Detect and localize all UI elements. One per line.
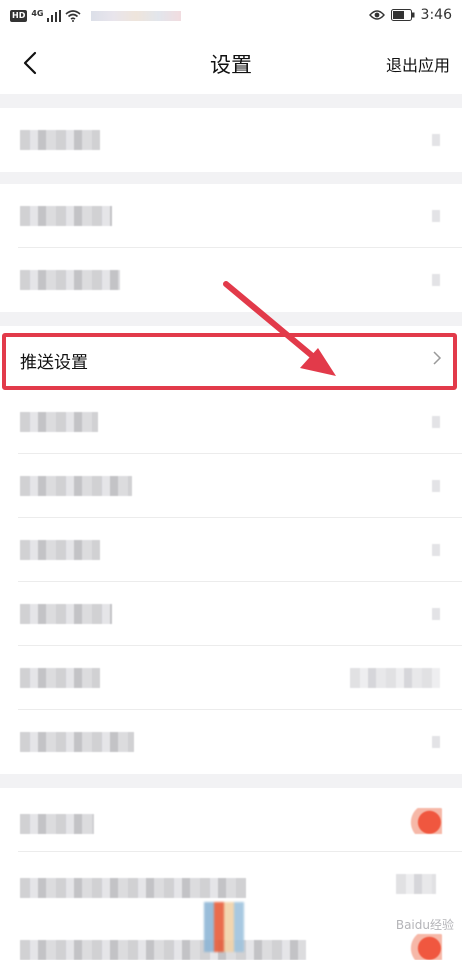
blurred-chevron <box>432 544 440 556</box>
watermark-text: Baidu经验 <box>395 918 454 932</box>
blurred-chevron <box>432 480 440 492</box>
eye-icon <box>368 10 385 20</box>
status-right: 3:46 <box>368 7 452 23</box>
toggle-switch[interactable] <box>400 934 442 960</box>
blurred-label <box>20 130 100 150</box>
settings-row-9[interactable] <box>0 646 462 710</box>
highlight-box <box>2 333 457 390</box>
signal-icon <box>47 10 62 22</box>
blurred-chevron <box>432 416 440 428</box>
blurred-chevron <box>432 210 440 222</box>
blurred-label <box>20 476 132 496</box>
settings-row-7[interactable] <box>0 518 462 582</box>
settings-row-6[interactable] <box>0 454 462 518</box>
status-bar: HD 4G 3:46 <box>0 0 462 32</box>
settings-row-3[interactable] <box>0 248 462 312</box>
settings-row-8[interactable] <box>0 582 462 646</box>
blurred-label <box>20 940 306 960</box>
settings-screen: HD 4G 3:46 设置 退出应用 推送设置 Baidu经验 <box>0 0 462 960</box>
blurred-chevron <box>432 134 440 146</box>
settings-row-1[interactable] <box>0 108 462 172</box>
settings-row-10[interactable] <box>0 710 462 774</box>
blurred-toggle[interactable] <box>396 874 436 894</box>
blurred-label <box>20 270 120 290</box>
blurred-label <box>20 732 134 752</box>
settings-row-2[interactable] <box>0 184 462 248</box>
blurred-chevron <box>432 274 440 286</box>
toggle-switch[interactable] <box>400 808 442 834</box>
blurred-label <box>20 604 112 624</box>
status-time: 3:46 <box>420 7 452 23</box>
section-gap <box>0 774 462 788</box>
blurred-label <box>20 412 98 432</box>
blurred-chevron <box>432 608 440 620</box>
settings-row-5[interactable] <box>0 390 462 454</box>
status-notification-blur <box>91 11 182 21</box>
section-gap <box>0 172 462 184</box>
battery-icon <box>390 9 415 21</box>
blurred-thumbnail <box>204 902 244 952</box>
blurred-chevron <box>432 736 440 748</box>
blurred-label <box>20 206 112 226</box>
blurred-value <box>350 668 440 688</box>
network-type: 4G <box>31 9 44 18</box>
wifi-icon <box>65 10 82 22</box>
blurred-label <box>20 540 100 560</box>
settings-toggle-row-1[interactable] <box>0 788 462 852</box>
nav-bar: 设置 退出应用 <box>0 32 462 94</box>
blurred-label <box>20 814 94 834</box>
hd-badge: HD <box>10 10 28 22</box>
blurred-label <box>20 668 100 688</box>
section-gap <box>0 312 462 326</box>
exit-app-button[interactable]: 退出应用 <box>386 52 450 76</box>
blurred-label <box>20 878 246 898</box>
status-left: HD 4G <box>10 9 182 23</box>
